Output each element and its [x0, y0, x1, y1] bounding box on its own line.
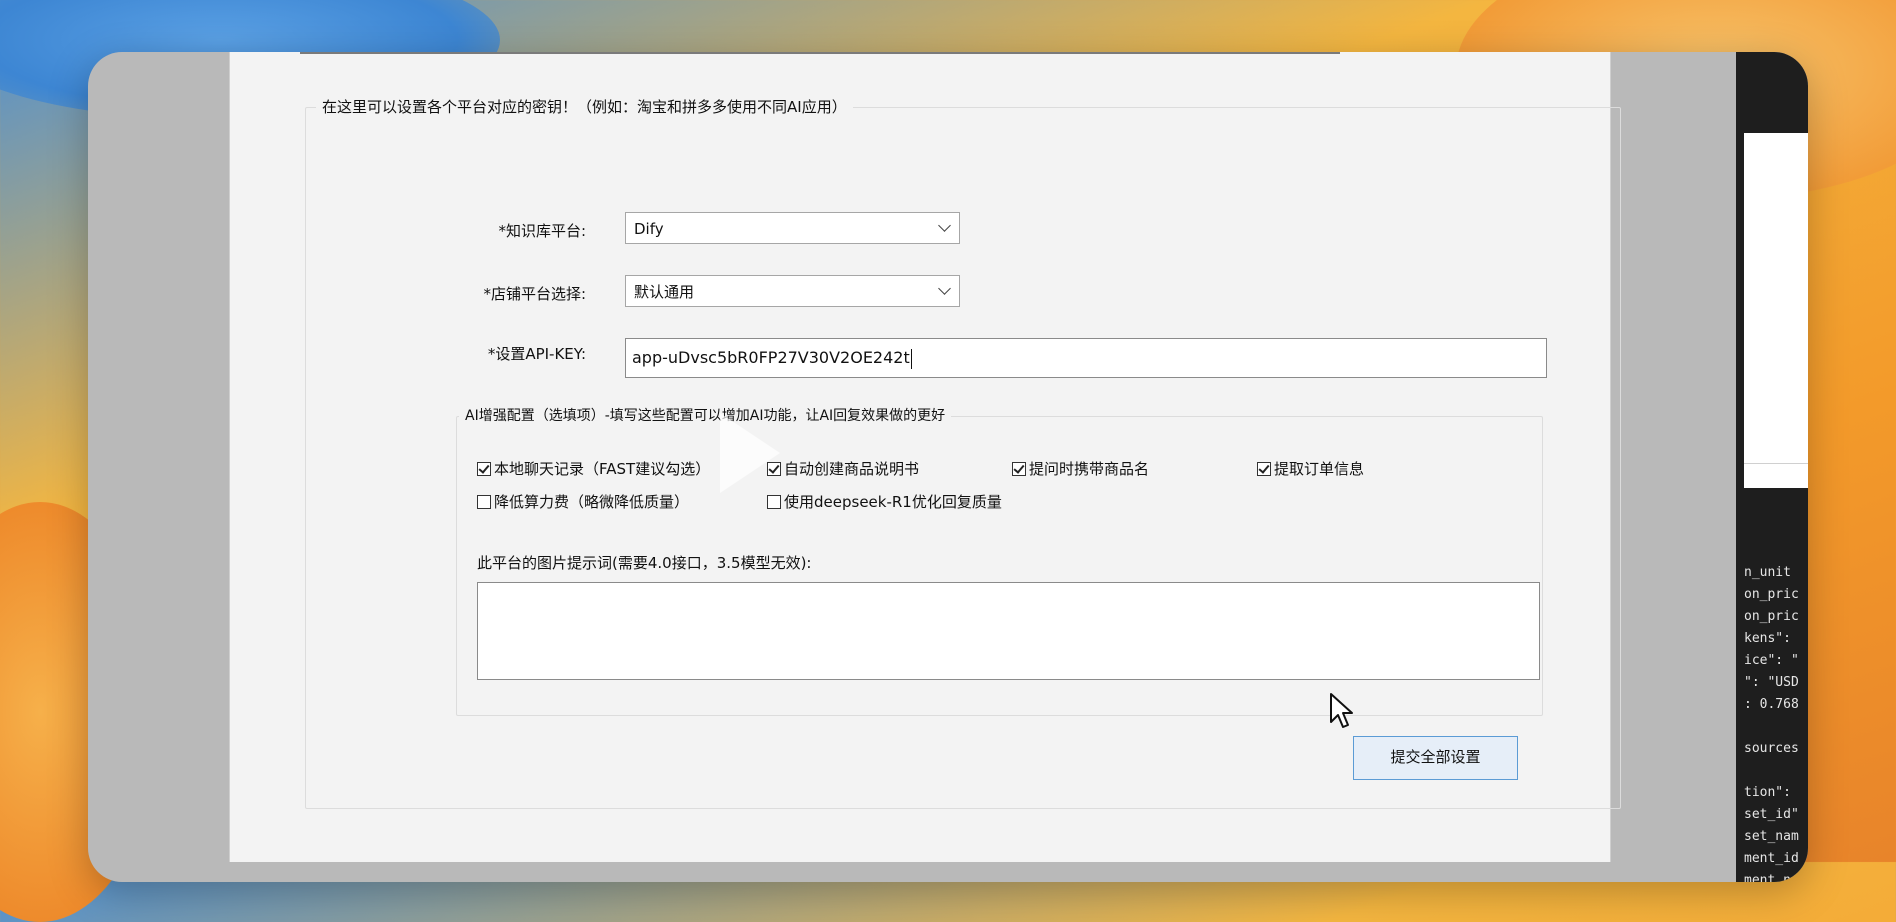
checkbox-auto-manual[interactable]: 自动创建商品说明书 [767, 460, 919, 478]
checkbox-label: 降低算力费（略微降低质量） [494, 493, 690, 511]
settings-dialog: 在这里可以设置各个平台对应的密钥！（例如：淘宝和拼多多使用不同AI应用） *知识… [229, 52, 1621, 862]
kb-platform-select[interactable]: Dify [625, 212, 960, 244]
api-key-input[interactable]: app-uDvsc5bR0FP27V30V2OE242t [625, 338, 1547, 378]
checkbox-icon[interactable] [477, 462, 491, 476]
ai-enhance-groupbox: AI增强配置（选填项）-填写这些配置可以增加AI功能，让AI回复效果做的更好 本… [456, 405, 1543, 716]
checkbox-label: 提取订单信息 [1274, 460, 1365, 478]
text-caret [910, 348, 912, 369]
groupbox-title: AI增强配置（选填项）-填写这些配置可以增加AI功能，让AI回复效果做的更好 [459, 405, 952, 425]
checkbox-deepseek[interactable]: 使用deepseek-R1优化回复质量 [767, 493, 1002, 511]
checkbox-icon[interactable] [1012, 462, 1026, 476]
video-play-icon [720, 413, 780, 493]
checkbox-label: 本地聊天记录（FAST建议勾选） [494, 460, 711, 478]
checkbox-label: 自动创建商品说明书 [784, 460, 920, 478]
chevron-down-icon [938, 282, 951, 295]
shop-platform-select[interactable]: 默认通用 [625, 275, 960, 307]
submit-all-settings-button[interactable]: 提交全部设置 [1353, 736, 1518, 780]
image-prompt-label: 此平台的图片提示词(需要4.0接口，3.5模型无效): [477, 554, 812, 572]
divider [1744, 463, 1808, 464]
shop-platform-value: 默认通用 [634, 283, 695, 301]
kb-platform-label: *知识库平台: [498, 222, 586, 240]
checkbox-with-product-name[interactable]: 提问时携带商品名 [1012, 460, 1149, 478]
checkbox-reduce-cost[interactable]: 降低算力费（略微降低质量） [477, 493, 689, 511]
platform-key-groupbox: 在这里可以设置各个平台对应的密钥！（例如：淘宝和拼多多使用不同AI应用） *知识… [305, 96, 1621, 809]
kb-platform-value: Dify [634, 220, 664, 238]
background-editor-toolbar [1744, 133, 1808, 488]
checkbox-label: 提问时携带商品名 [1029, 460, 1150, 478]
mouse-pointer-icon [1330, 693, 1353, 728]
checkbox-order-info[interactable]: 提取订单信息 [1257, 460, 1364, 478]
checkbox-icon[interactable] [477, 495, 491, 509]
dialog-top-border [300, 52, 1340, 54]
shop-platform-label: *店铺平台选择: [483, 285, 586, 303]
chevron-down-icon [938, 219, 951, 232]
checkbox-icon[interactable] [1257, 462, 1271, 476]
api-key-label: *设置API-KEY: [487, 345, 586, 363]
background-code: n_unit on_pric on_pric kens": ice": " ":… [1744, 565, 1799, 882]
checkbox-local-chat[interactable]: 本地聊天记录（FAST建议勾选） [477, 460, 710, 478]
groupbox-title: 在这里可以设置各个平台对应的密钥！（例如：淘宝和拼多多使用不同AI应用） [316, 96, 853, 117]
checkbox-icon[interactable] [767, 495, 781, 509]
checkbox-label: 使用deepseek-R1优化回复质量 [784, 493, 1002, 511]
api-key-value: app-uDvsc5bR0FP27V30V2OE242t [632, 348, 910, 367]
image-prompt-textarea[interactable] [477, 582, 1540, 680]
